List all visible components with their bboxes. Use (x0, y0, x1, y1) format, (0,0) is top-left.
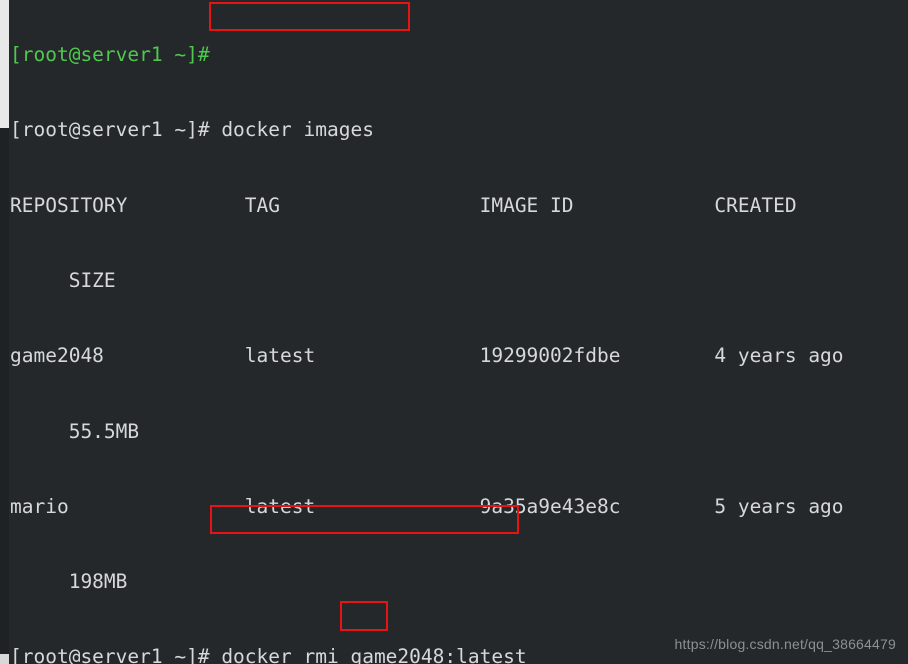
background-window-top-fill (0, 0, 9, 128)
terminal-window: [root@server1 ~]# [root@server1 ~]# dock… (0, 0, 908, 664)
background-window-edge-strip (0, 0, 9, 664)
terminal-line: 55.5MB (10, 419, 140, 443)
terminal-line: SIZE (10, 269, 116, 293)
terminal-line: game2048 latest 19299002fdbe 4 years ago (10, 344, 844, 368)
terminal-output[interactable]: [root@server1 ~]# [root@server1 ~]# dock… (10, 0, 908, 664)
terminal-line: mario latest 9a35a9e43e8c 5 years ago (10, 494, 844, 518)
terminal-line: [root@server1 ~]# (10, 43, 210, 67)
terminal-line: 198MB (10, 570, 128, 594)
csdn-watermark: https://blog.csdn.net/qq_38664479 (674, 636, 896, 652)
background-window-bottom-fill (0, 654, 9, 664)
terminal-line: [root@server1 ~]# docker images (10, 118, 374, 142)
terminal-line: REPOSITORY TAG IMAGE ID CREATED (10, 193, 797, 217)
